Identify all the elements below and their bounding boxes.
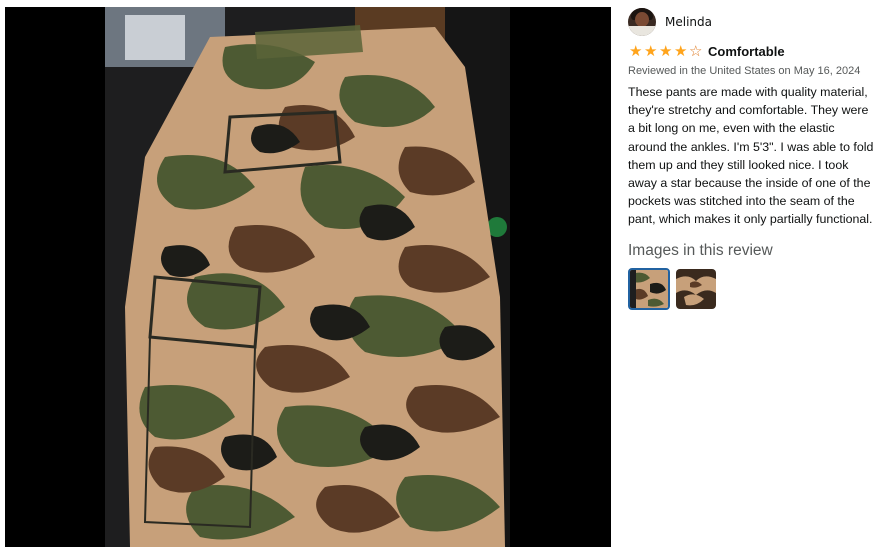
star-filled-icon: ★ [644, 41, 657, 60]
star-empty-icon: ☆ [689, 41, 702, 60]
image-viewer [5, 7, 611, 547]
star-filled-icon: ★ [659, 41, 672, 60]
reviewer-name[interactable]: Melinda [665, 15, 712, 29]
star-rating[interactable]: ★ ★ ★ ★ ☆ [628, 41, 703, 60]
review-date: Reviewed in the United States on May 16,… [628, 65, 861, 77]
review-headline: Comfortable [708, 43, 785, 59]
thumbnail-strip [628, 267, 874, 310]
star-filled-icon: ★ [629, 41, 642, 60]
review-panel: Melinda ★ ★ ★ ★ ☆ Comfortable Reviewed i… [628, 8, 874, 310]
rating-row: ★ ★ ★ ★ ☆ Comfortable [628, 42, 874, 60]
review-photo-main[interactable] [105, 7, 510, 547]
star-filled-icon: ★ [674, 41, 687, 60]
images-heading: Images in this review [628, 241, 773, 259]
review-body: These pants are made with quality materi… [628, 85, 874, 227]
reviewer-profile[interactable]: Melinda [628, 8, 874, 36]
thumbnail-selected[interactable] [628, 267, 670, 310]
thumbnail[interactable] [676, 268, 716, 309]
avatar[interactable] [628, 8, 656, 36]
